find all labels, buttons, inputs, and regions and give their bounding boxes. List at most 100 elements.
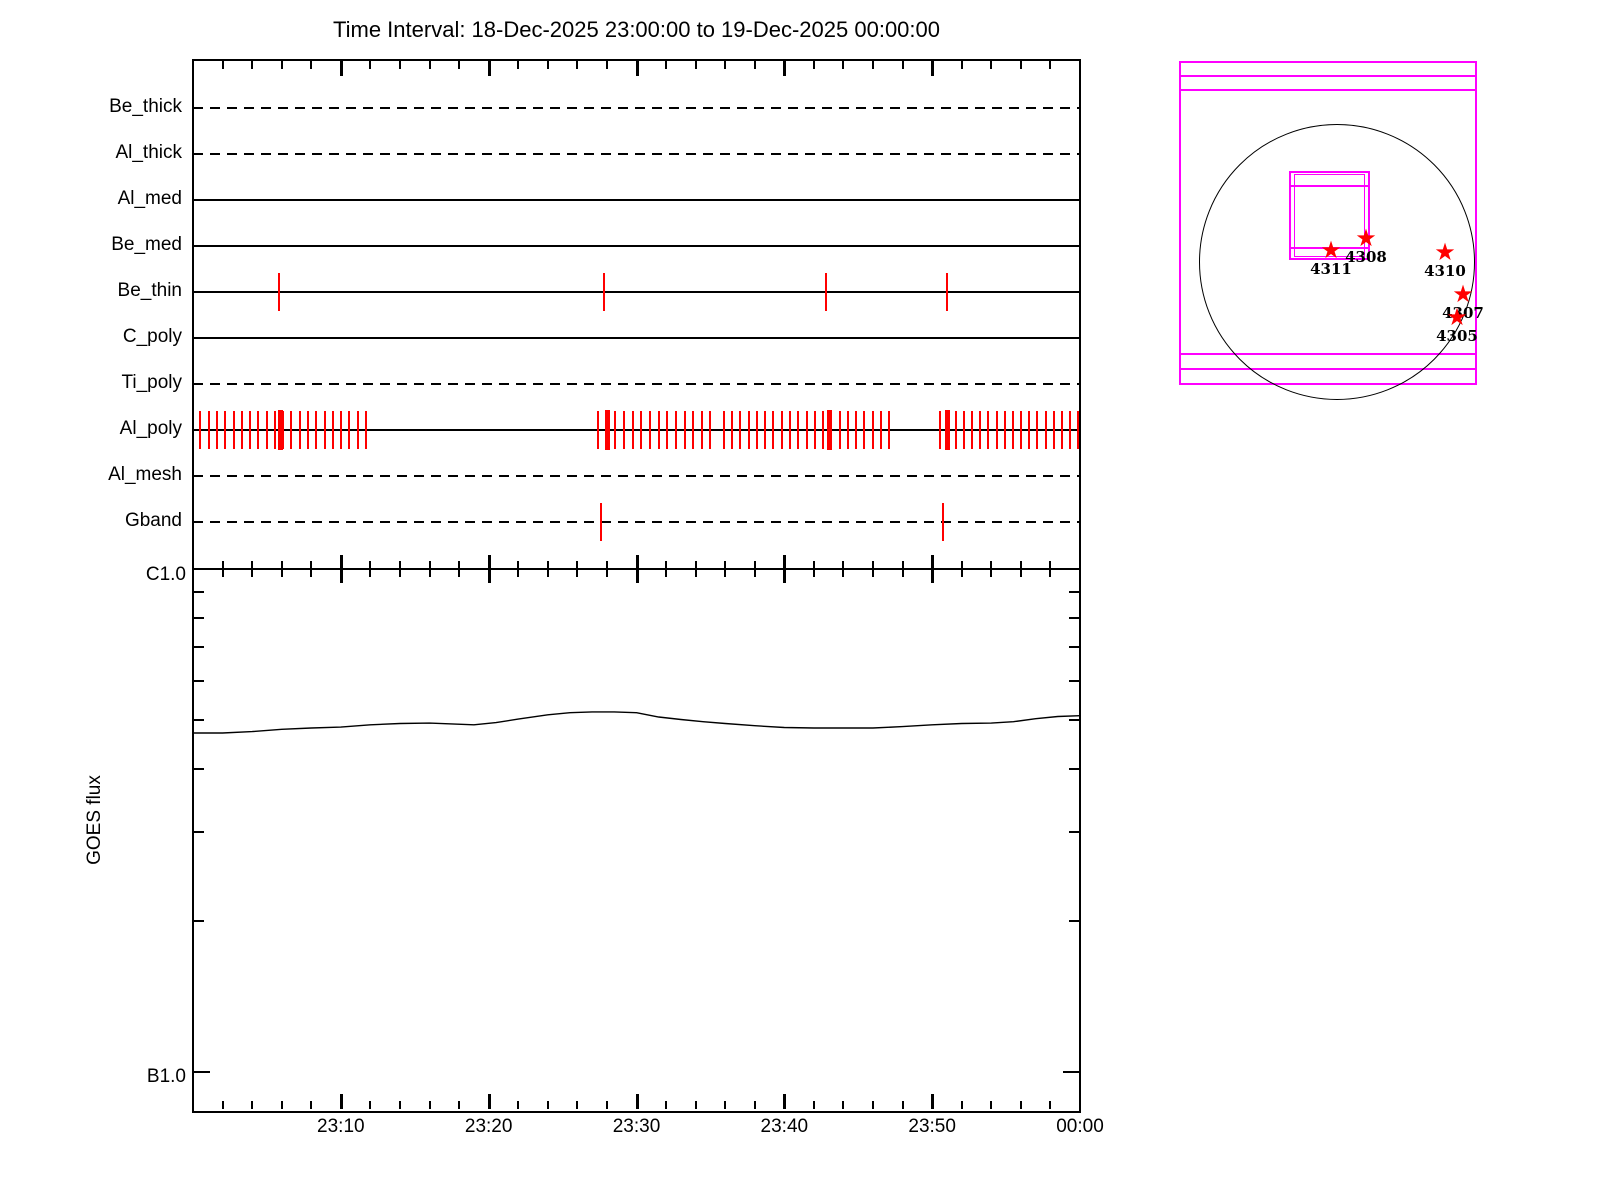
exposure-tick xyxy=(1052,411,1055,449)
page-title: Time Interval: 18-Dec-2025 23:00:00 to 1… xyxy=(333,17,940,42)
exposure-tick xyxy=(945,273,948,311)
exposure-tick xyxy=(683,411,686,449)
axis-minor-tick xyxy=(221,61,224,69)
axis-minor-tick xyxy=(1019,61,1022,69)
exposure-tick xyxy=(348,411,351,449)
axis-minor-tick xyxy=(990,1101,993,1109)
flux-minor-tick xyxy=(194,768,204,771)
axis-minor-tick xyxy=(842,61,845,69)
filter-label-al_thick: Al_thick xyxy=(115,142,182,163)
exposure-tick xyxy=(971,411,974,449)
exposure-tick xyxy=(880,411,883,449)
axis-minor-tick xyxy=(576,561,579,577)
flux-minor-tick xyxy=(194,616,204,619)
star-label: 4310 xyxy=(1424,262,1466,280)
axis-minor-tick xyxy=(812,61,815,69)
axis-minor-tick xyxy=(310,561,313,577)
exposure-tick xyxy=(822,411,825,449)
exposure-tick xyxy=(731,411,733,449)
exposure-tick xyxy=(273,411,276,449)
axis-minor-tick xyxy=(576,1101,579,1109)
axis-minor-tick xyxy=(990,61,993,69)
axis-major-tick xyxy=(635,61,639,76)
axis-major-tick xyxy=(783,1094,787,1109)
axis-major-tick xyxy=(783,555,787,583)
goes-y-top-label: C1.0 xyxy=(145,564,186,585)
axis-minor-tick xyxy=(842,1101,845,1109)
star-label: 4308 xyxy=(1345,248,1387,266)
axis-minor-tick xyxy=(753,61,756,69)
axis-minor-tick xyxy=(280,61,283,69)
axis-minor-tick xyxy=(724,1101,727,1109)
exposure-tick xyxy=(863,411,866,449)
exposure-tick xyxy=(979,411,982,449)
exposure-tick xyxy=(307,411,309,449)
filter-label-be_thick: Be_thick xyxy=(109,96,182,117)
exposure-tick xyxy=(1020,411,1023,449)
flux-minor-tick xyxy=(194,831,204,833)
exposure-tick xyxy=(1028,411,1031,449)
flux-minor-tick xyxy=(194,645,204,648)
exposure-tick xyxy=(1069,411,1072,449)
exposure-tick xyxy=(938,411,941,449)
axis-minor-tick xyxy=(665,561,668,577)
exposure-tick xyxy=(987,411,990,449)
axis-major-tick xyxy=(931,61,935,76)
axis-minor-tick xyxy=(428,61,431,69)
exposure-tick xyxy=(1077,411,1080,449)
axis-minor-tick xyxy=(872,561,875,577)
exposure-tick xyxy=(224,411,227,449)
exposure-tick xyxy=(597,411,600,449)
axis-minor-tick xyxy=(398,1101,401,1109)
exposure-tick xyxy=(700,411,703,449)
exposure-tick xyxy=(692,411,695,449)
axis-minor-tick xyxy=(251,561,254,577)
exposure-tick xyxy=(600,503,603,541)
axis-minor-tick xyxy=(1049,561,1052,577)
exposure-tick xyxy=(631,411,634,449)
plot-canvas: Time Interval: 18-Dec-2025 23:00:00 to 1… xyxy=(0,0,1600,1200)
exposure-tick xyxy=(855,411,858,449)
axis-minor-tick xyxy=(517,1101,520,1109)
axis-minor-tick xyxy=(901,61,904,69)
axis-minor-tick xyxy=(251,1101,254,1109)
filter-row-line xyxy=(193,475,1080,477)
axis-minor-tick xyxy=(960,61,963,69)
flux-minor-tick xyxy=(194,679,204,682)
filter-timeline-panel xyxy=(192,59,1081,570)
flux-minor-tick xyxy=(1069,616,1079,619)
axis-major-tick xyxy=(339,555,343,583)
exposure-tick xyxy=(813,411,816,449)
axis-minor-tick xyxy=(753,1101,756,1109)
axis-minor-tick xyxy=(842,561,845,577)
axis-minor-tick xyxy=(1019,561,1022,577)
filter-row-line xyxy=(193,521,1080,523)
axis-minor-tick xyxy=(990,561,993,577)
exposure-tick xyxy=(963,411,966,449)
exposure-tick xyxy=(298,411,301,449)
axis-major-tick xyxy=(339,1094,343,1109)
axis-minor-tick xyxy=(517,61,520,69)
filter-label-be_med: Be_med xyxy=(111,234,182,255)
exposure-tick-thick xyxy=(944,410,950,450)
axis-minor-tick xyxy=(546,61,549,69)
exposure-tick xyxy=(838,411,841,449)
flux-minor-tick xyxy=(1069,831,1079,833)
exposure-tick xyxy=(666,411,669,449)
axis-minor-tick xyxy=(221,561,224,577)
axis-minor-tick xyxy=(665,1101,668,1109)
fov-band-line xyxy=(1179,75,1477,77)
exposure-tick xyxy=(755,411,758,449)
exposure-tick xyxy=(1003,411,1006,449)
axis-minor-tick xyxy=(398,561,401,577)
axis-minor-tick xyxy=(605,1101,608,1109)
axis-minor-tick xyxy=(960,1101,963,1109)
flux-minor-tick xyxy=(1069,919,1079,922)
exposure-tick-thick xyxy=(826,410,832,450)
fov-band-line xyxy=(1179,89,1477,91)
exposure-tick xyxy=(614,411,617,449)
exposure-tick xyxy=(1012,411,1015,449)
exposure-tick xyxy=(315,411,318,449)
flux-minor-tick xyxy=(194,591,204,594)
exposure-tick-thick xyxy=(278,410,284,450)
